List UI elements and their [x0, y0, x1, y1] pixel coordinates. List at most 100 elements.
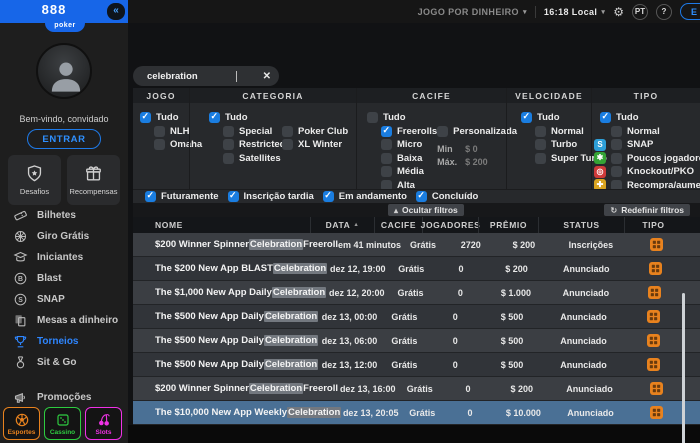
- checkbox[interactable]: [209, 111, 220, 123]
- checkbox[interactable]: [521, 111, 532, 123]
- filter-option[interactable]: Super Turbo: [535, 152, 607, 164]
- sidebar-item-sit-and-go[interactable]: Sit & Go: [0, 352, 128, 373]
- checkbox[interactable]: [381, 152, 392, 164]
- vertical-scrollbar[interactable]: [682, 293, 685, 443]
- sidebar-item-torneios[interactable]: Torneios: [0, 331, 128, 352]
- esportes-button[interactable]: Esportes: [3, 407, 40, 440]
- filter-option[interactable]: NLH: [154, 125, 190, 137]
- rewards-tile[interactable]: Recompensas: [67, 155, 120, 205]
- reset-filters-button[interactable]: ↻ Redefinir filtros: [604, 204, 690, 216]
- checkbox[interactable]: [437, 125, 449, 137]
- column-header-premio[interactable]: PRÊMIO: [478, 217, 538, 233]
- search-input[interactable]: celebration ✕: [133, 66, 279, 86]
- sidebar-item-blast[interactable]: B Blast: [0, 268, 128, 289]
- table-row[interactable]: The $500 New App Daily Celebration dez 1…: [133, 305, 700, 329]
- filter-option[interactable]: ◎ Knockout/PKO: [594, 165, 700, 178]
- filter-option[interactable]: Futuramente: [145, 190, 219, 202]
- filter-option[interactable]: Micro: [381, 139, 437, 150]
- table-row[interactable]: The $500 New App Daily Celebration dez 1…: [133, 329, 700, 353]
- filter-option[interactable]: ✱Poucos jogadores: [594, 152, 700, 164]
- slots-button[interactable]: Slots: [85, 407, 122, 440]
- column-header-jogadores[interactable]: JOGADORES: [421, 217, 480, 233]
- filter-option[interactable]: Concluído: [415, 190, 478, 202]
- collapse-sidebar-button[interactable]: «: [107, 3, 125, 20]
- checkbox[interactable]: [223, 152, 234, 164]
- filter-option[interactable]: Tudo: [600, 111, 700, 123]
- checkbox[interactable]: [611, 139, 622, 150]
- column-header-status[interactable]: STATUS: [538, 217, 624, 233]
- checkbox[interactable]: [282, 139, 293, 150]
- filter-option[interactable]: Tudo: [209, 111, 282, 123]
- table-row[interactable]: The $10,000 New App Weekly Celebration d…: [133, 401, 700, 425]
- table-row[interactable]: The $200 New App BLAST Celebration dez 1…: [133, 257, 700, 281]
- table-row[interactable]: The $1,000 New App Daily Celebration dez…: [133, 281, 700, 305]
- table-row[interactable]: The $500 New App Daily Celebration dez 1…: [133, 353, 700, 377]
- help-button[interactable]: ?: [656, 3, 672, 20]
- checkbox[interactable]: [611, 152, 622, 164]
- column-header-tipo[interactable]: TIPO: [624, 217, 682, 233]
- checkbox[interactable]: [322, 190, 334, 202]
- language-button[interactable]: PT: [632, 3, 648, 20]
- filter-option[interactable]: Poker Club: [282, 125, 348, 137]
- filter-option[interactable]: Turbo: [535, 139, 591, 150]
- checkbox[interactable]: [227, 190, 239, 202]
- login-button[interactable]: ENTRAR: [27, 129, 101, 149]
- table-row[interactable]: $200 Winner Spinner Celebration Freeroll…: [133, 377, 700, 401]
- sidebar-item-mesas-a-dinheiro[interactable]: Mesas a dinheiro: [0, 310, 128, 331]
- filter-option[interactable]: Tudo: [367, 112, 437, 123]
- column-header-cacife[interactable]: CACIFE: [374, 217, 422, 233]
- filter-option[interactable]: Satellites: [223, 152, 282, 164]
- clear-search-icon[interactable]: ✕: [263, 71, 271, 82]
- checkbox[interactable]: [611, 125, 622, 137]
- checkbox[interactable]: [154, 139, 165, 150]
- table-row[interactable]: $200 Winner Spinner Celebration Freeroll…: [133, 233, 700, 257]
- filter-option[interactable]: XL Winter: [282, 139, 348, 150]
- checkbox[interactable]: [611, 166, 622, 177]
- filter-option[interactable]: Freerolls: [381, 125, 437, 137]
- max-value[interactable]: $ 200: [465, 157, 488, 167]
- filter-option[interactable]: Inscrição tardia: [227, 190, 314, 202]
- filter-option[interactable]: Normal: [594, 125, 700, 137]
- settings-gear-icon[interactable]: ⚙: [613, 5, 624, 19]
- filter-option[interactable]: Omaha: [154, 139, 202, 150]
- sidebar-item-snap[interactable]: S SNAP: [0, 289, 128, 310]
- login-button-clipped[interactable]: E: [680, 3, 700, 20]
- column-header-nome[interactable]: NOME: [133, 217, 310, 233]
- filter-option[interactable]: Baixa: [381, 152, 437, 164]
- checkbox[interactable]: [381, 166, 392, 177]
- checkbox[interactable]: [145, 190, 156, 202]
- checkbox[interactable]: [600, 111, 611, 123]
- challenges-tile[interactable]: Desafios: [8, 155, 61, 205]
- checkbox[interactable]: [535, 125, 546, 137]
- time-dropdown[interactable]: 16:18 Local ▾: [544, 7, 605, 17]
- column-header-data[interactable]: DATA ▲: [310, 217, 374, 233]
- checkbox[interactable]: [381, 139, 392, 150]
- filter-option[interactable]: Normal: [535, 125, 591, 137]
- checkbox[interactable]: [535, 139, 546, 150]
- filter-option[interactable]: Special: [223, 125, 282, 137]
- sidebar-item-bilhetes[interactable]: Bilhetes: [0, 205, 128, 226]
- checkbox[interactable]: [415, 190, 427, 202]
- checkbox[interactable]: [223, 139, 234, 150]
- filter-option[interactable]: Média: [381, 166, 437, 177]
- logo-888poker[interactable]: 888 «: [0, 0, 128, 23]
- filter-option[interactable]: Em andamento: [322, 190, 407, 202]
- hide-filters-button[interactable]: ▴ Ocultar filtros: [388, 204, 464, 216]
- checkbox[interactable]: [223, 125, 234, 137]
- filter-option[interactable]: Restricted: [223, 139, 285, 150]
- checkbox[interactable]: [381, 125, 392, 137]
- checkbox[interactable]: [282, 125, 293, 137]
- checkbox[interactable]: [367, 112, 378, 123]
- cassino-button[interactable]: Cassino: [44, 407, 81, 440]
- filter-option[interactable]: Tudo: [140, 111, 189, 123]
- money-mode-dropdown[interactable]: JOGO POR DINHEIRO ▾: [418, 7, 527, 17]
- avatar[interactable]: [36, 43, 92, 99]
- sidebar-item-promocoes[interactable]: Promoções: [0, 387, 128, 408]
- min-value[interactable]: $ 0: [465, 144, 478, 154]
- checkbox[interactable]: [140, 111, 151, 123]
- checkbox[interactable]: [154, 125, 165, 137]
- sidebar-item-iniciantes[interactable]: Iniciantes: [0, 247, 128, 268]
- sidebar-item-giro-gratis[interactable]: Giro Grátis: [0, 226, 128, 247]
- checkbox[interactable]: [535, 152, 546, 164]
- filter-option[interactable]: Tudo: [521, 111, 591, 123]
